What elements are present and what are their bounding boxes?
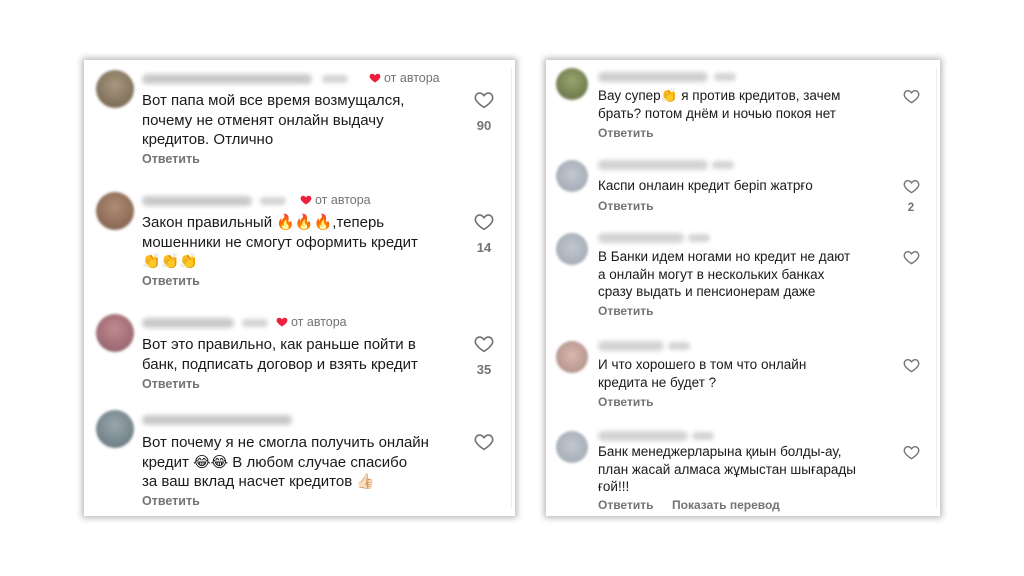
username-blurred[interactable] xyxy=(598,160,708,170)
heart-filled-icon xyxy=(300,195,312,205)
timestamp-blurred xyxy=(712,161,734,169)
username-blurred[interactable] xyxy=(598,341,664,351)
comment-line: план жасай алмаса жұмыстан шығарады xyxy=(598,461,856,477)
comment-line: мошенники не смогут оформить кредит xyxy=(142,233,418,251)
reply-button[interactable]: Ответить xyxy=(598,199,653,213)
comment-text: Каспи онлаин кредит беріп жатрғо xyxy=(598,177,813,195)
heart-outline-icon[interactable] xyxy=(474,213,494,231)
show-translation-button[interactable]: Показать перевод xyxy=(672,498,780,512)
avatar[interactable] xyxy=(96,410,134,448)
timestamp-blurred xyxy=(322,75,348,83)
heart-outline-icon[interactable] xyxy=(903,250,920,265)
reply-button[interactable]: Ответить xyxy=(598,304,653,318)
timestamp-blurred xyxy=(688,234,710,242)
left-comments-panel: от автора Вот папа мой все время возмуща… xyxy=(84,60,515,516)
timestamp-blurred xyxy=(714,73,736,81)
comment-text: И что хорошего в том что онлайн кредита … xyxy=(598,356,806,391)
author-like-indicator: от автора xyxy=(300,193,371,207)
like-count: 14 xyxy=(476,240,492,255)
avatar[interactable] xyxy=(96,70,134,108)
comment-line: Каспи онлаин кредит беріп жатрғо xyxy=(598,178,813,193)
reply-button[interactable]: Ответить xyxy=(142,494,200,508)
avatar[interactable] xyxy=(556,431,588,463)
author-like-indicator: от автора xyxy=(369,71,440,85)
avatar[interactable] xyxy=(96,314,134,352)
comment-text: Вот это правильно, как раньше пойти в ба… xyxy=(142,335,418,374)
avatar[interactable] xyxy=(556,341,588,373)
comment-line: а онлайн могут в нескольких банках xyxy=(598,266,825,282)
comment-text: Банк менеджерларына қиын болды-ау, план … xyxy=(598,443,856,496)
reply-button[interactable]: Ответить xyxy=(142,377,200,391)
comment-line: кредит 😂😂 В любом случае спасибо xyxy=(142,453,408,471)
heart-outline-icon[interactable] xyxy=(474,91,494,109)
reply-button[interactable]: Ответить xyxy=(598,126,653,140)
from-author-label: от автора xyxy=(315,193,371,207)
comment-line: почему не отменят онлайн выдачу xyxy=(142,111,384,129)
comment-line: Закон правильный 🔥🔥🔥,теперь xyxy=(142,214,385,231)
reply-button[interactable]: Ответить xyxy=(142,274,200,288)
reply-button[interactable]: Ответить xyxy=(142,152,200,166)
timestamp-blurred xyxy=(242,319,268,327)
scrollbar[interactable] xyxy=(511,68,512,508)
comment-line: 👏👏👏 xyxy=(142,253,199,270)
heart-outline-icon[interactable] xyxy=(474,335,494,353)
avatar[interactable] xyxy=(556,68,588,100)
like-count: 90 xyxy=(476,118,492,133)
comment-line: брать? потом днём и ночью покоя нет xyxy=(598,105,836,121)
timestamp-blurred xyxy=(260,197,286,205)
comment-text: Вот почему я не смогла получить онлайн к… xyxy=(142,433,429,492)
comment-line: И что хорошего в том что онлайн xyxy=(598,357,807,372)
avatar[interactable] xyxy=(556,160,588,192)
heart-filled-icon xyxy=(276,317,288,327)
like-count: 2 xyxy=(907,202,915,214)
heart-outline-icon[interactable] xyxy=(474,433,494,451)
username-blurred[interactable] xyxy=(142,74,312,84)
comment-line: Вот это правильно, как раньше пойти в xyxy=(142,336,416,353)
comment-line: ғой!!! xyxy=(598,479,630,494)
username-blurred[interactable] xyxy=(598,72,708,82)
comment-line: кредитов. Отлично xyxy=(142,131,274,148)
comment-text: Вау супер👏 я против кредитов, зачем брат… xyxy=(598,87,840,122)
reply-button[interactable]: Ответить xyxy=(598,395,653,409)
comment-line: В Банки идем ногами но кредит не дают xyxy=(598,249,851,264)
heart-outline-icon[interactable] xyxy=(903,89,920,104)
comment-text: В Банки идем ногами но кредит не дают а … xyxy=(598,248,850,301)
comment-line: Вот папа мой все время возмущался, xyxy=(142,92,405,109)
heart-outline-icon[interactable] xyxy=(903,179,920,194)
timestamp-blurred xyxy=(668,342,690,350)
comment-line: кредита не будет ? xyxy=(598,374,717,390)
right-comments-panel: Вау супер👏 я против кредитов, зачем брат… xyxy=(546,60,940,516)
heart-filled-icon xyxy=(369,73,381,83)
comment-line: Банк менеджерларына қиын болды-ау, xyxy=(598,444,842,459)
from-author-label: от автора xyxy=(291,315,347,329)
like-count: 35 xyxy=(476,362,492,377)
username-blurred[interactable] xyxy=(598,233,684,243)
comment-text: Вот папа мой все время возмущался, почем… xyxy=(142,91,404,150)
username-blurred[interactable] xyxy=(142,415,292,425)
avatar[interactable] xyxy=(556,233,588,265)
comment-line: сразу выдать и пенсионерам даже xyxy=(598,284,816,299)
username-blurred[interactable] xyxy=(142,196,252,206)
comment-line: банк, подписать договор и взять кредит xyxy=(142,355,418,373)
scrollbar[interactable] xyxy=(936,68,937,508)
avatar[interactable] xyxy=(96,192,134,230)
comment-line: Вау супер👏 я против кредитов, зачем xyxy=(598,88,841,103)
username-blurred[interactable] xyxy=(142,318,234,328)
author-like-indicator: от автора xyxy=(276,315,347,329)
from-author-label: от автора xyxy=(384,71,440,85)
comment-line: Вот почему я не смогла получить онлайн xyxy=(142,434,429,451)
heart-outline-icon[interactable] xyxy=(903,445,920,460)
comment-line: за ваш вклад насчет кредитов 👍🏻 xyxy=(142,473,376,490)
heart-outline-icon[interactable] xyxy=(903,358,920,373)
comment-text: Закон правильный 🔥🔥🔥,теперь мошенники не… xyxy=(142,213,418,272)
reply-button[interactable]: Ответить xyxy=(598,498,653,512)
timestamp-blurred xyxy=(692,432,714,440)
username-blurred[interactable] xyxy=(598,431,688,441)
